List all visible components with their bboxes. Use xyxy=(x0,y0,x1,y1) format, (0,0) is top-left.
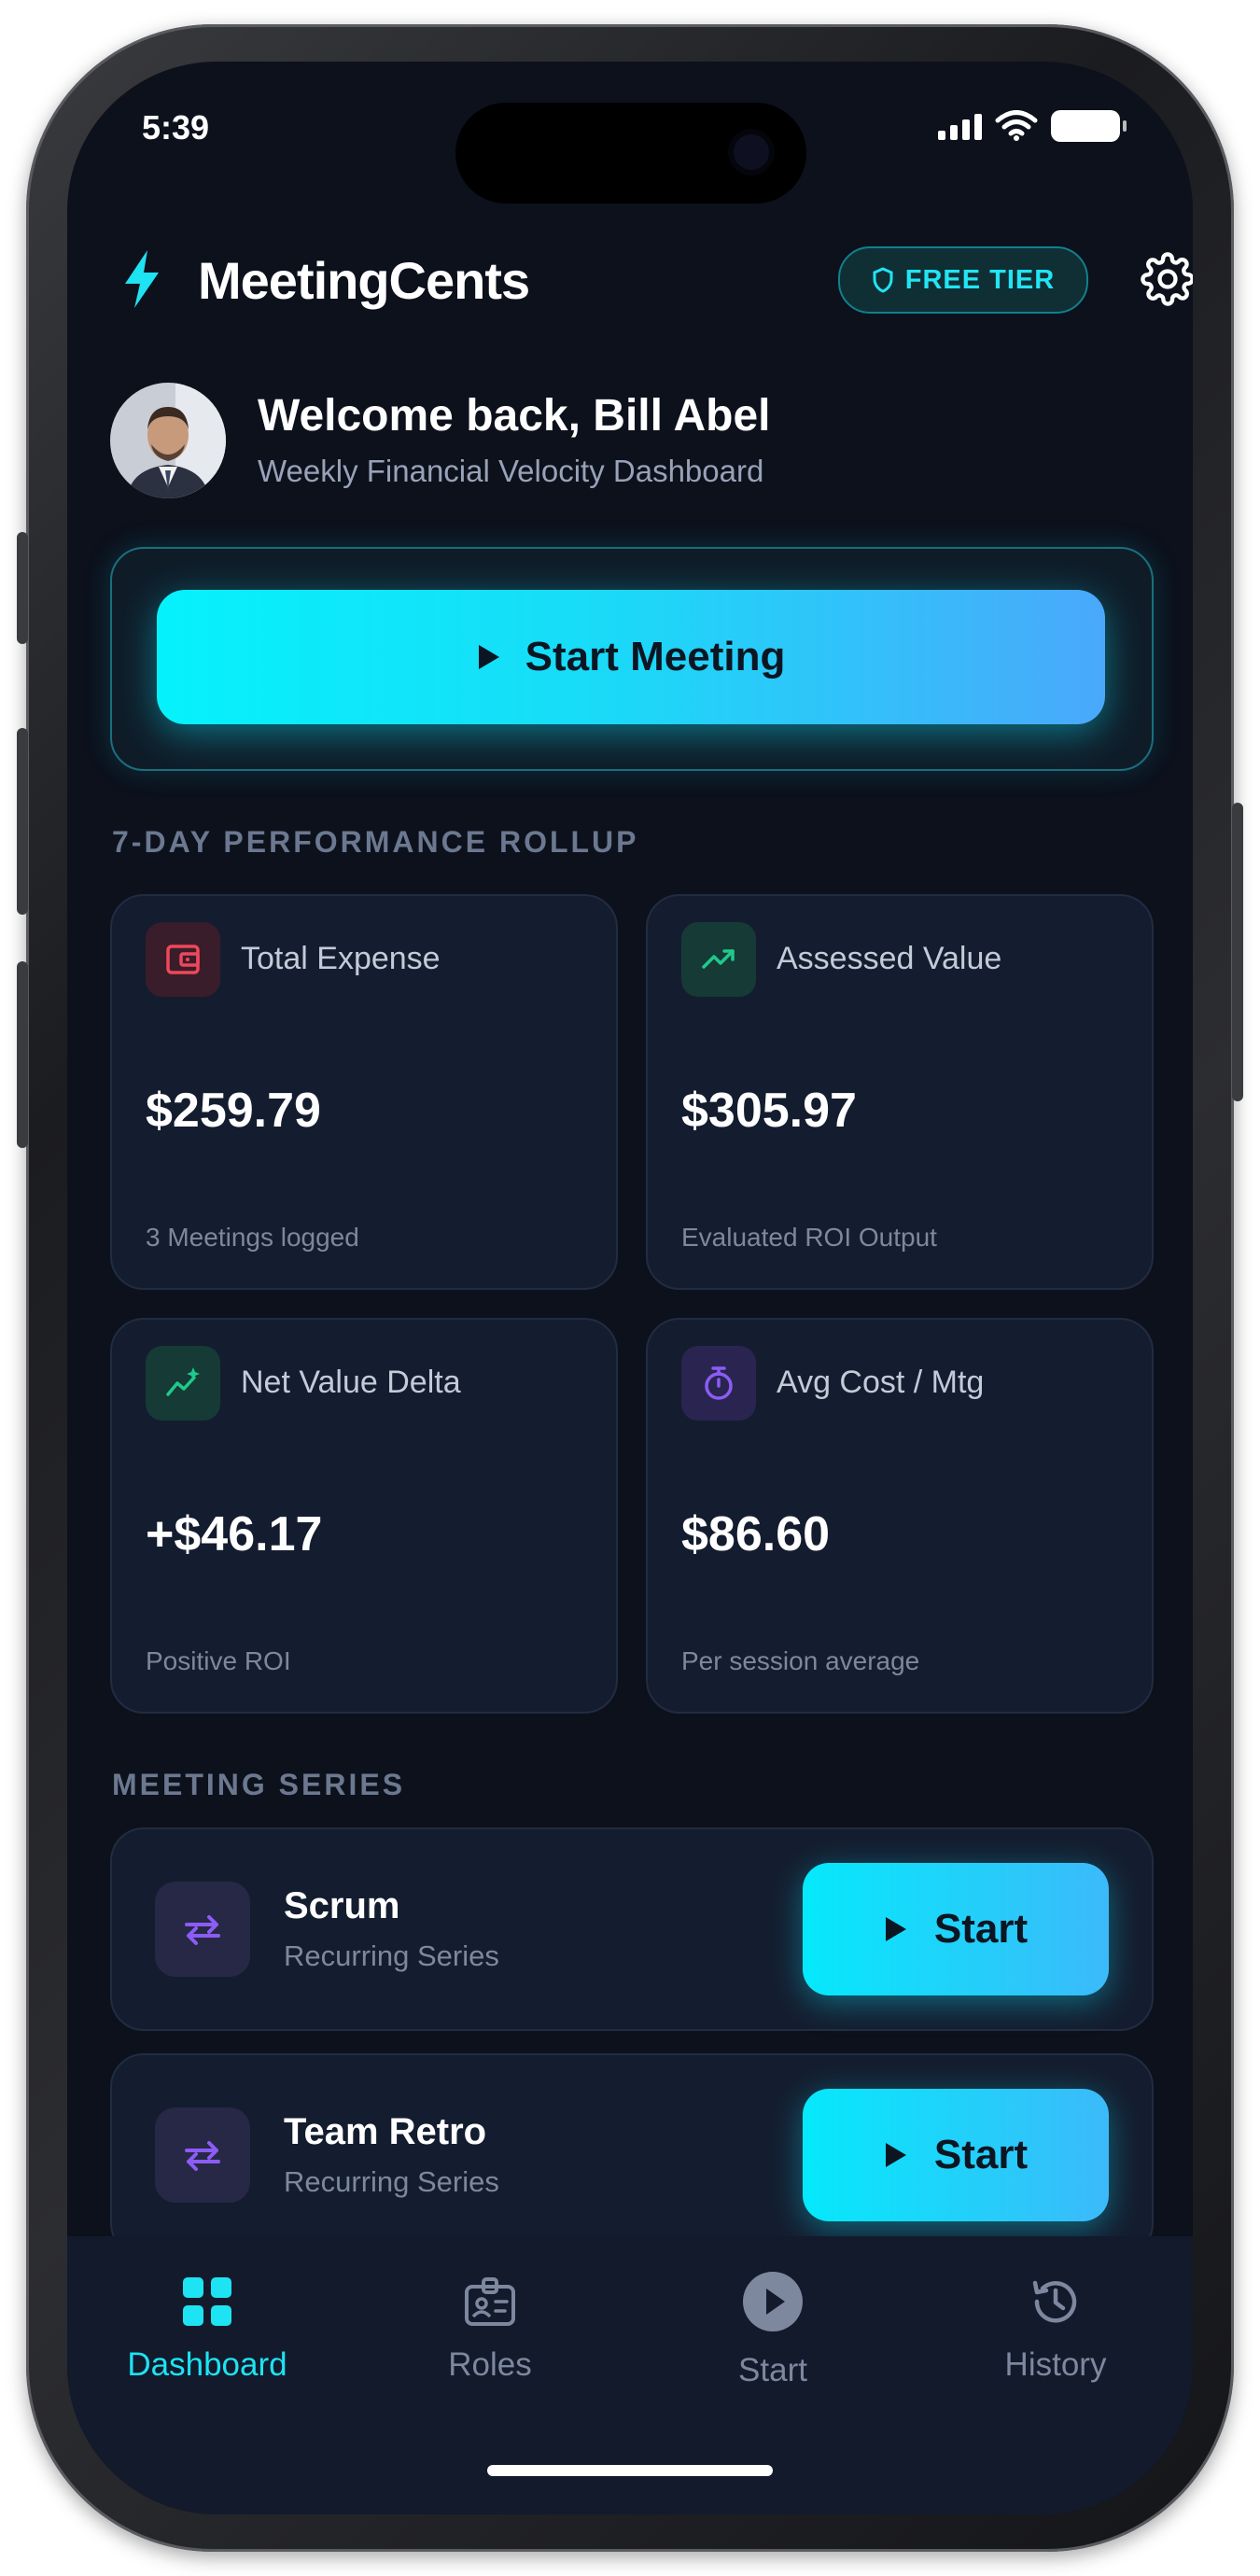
nav-label: History xyxy=(1004,2346,1107,2383)
stat-value: +$46.17 xyxy=(146,1507,323,1561)
play-icon xyxy=(478,645,499,669)
repeat-icon xyxy=(155,1882,250,1977)
stat-foot: Per session average xyxy=(681,1646,920,1675)
stat-card-net-value-delta[interactable]: Net Value Delta +$46.17 Positive ROI xyxy=(110,1318,618,1714)
bolt-icon xyxy=(125,250,159,308)
action-button xyxy=(17,532,28,644)
nav-item-roles[interactable]: Roles xyxy=(369,2264,611,2384)
series-name: Scrum xyxy=(284,1885,400,1926)
start-button-label: Start xyxy=(933,2132,1029,2177)
series-card-team-retro[interactable]: Team Retro Recurring Series Start xyxy=(110,2053,1154,2257)
series-subtitle: Recurring Series xyxy=(284,2165,499,2198)
settings-gear-icon[interactable] xyxy=(1141,252,1193,306)
dynamic-island xyxy=(455,103,806,203)
welcome-title: Welcome back, Bill Abel xyxy=(258,391,771,441)
stat-card-assessed-value[interactable]: Assessed Value $305.97 Evaluated ROI Out… xyxy=(646,894,1154,1290)
volume-up-button xyxy=(17,728,28,915)
stat-card-avg-cost[interactable]: Avg Cost / Mtg $86.60 Per session averag… xyxy=(646,1318,1154,1714)
start-scrum-button[interactable]: Start xyxy=(803,1863,1109,1995)
status-time: 5:39 xyxy=(142,108,210,147)
stat-value: $86.60 xyxy=(681,1507,831,1561)
start-team-retro-button[interactable]: Start xyxy=(803,2089,1109,2221)
welcome-subtitle: Weekly Financial Velocity Dashboard xyxy=(258,454,764,488)
trending-up-icon xyxy=(681,922,756,997)
home-indicator[interactable] xyxy=(487,2465,773,2476)
battery-icon xyxy=(1051,110,1127,142)
id-badge-icon xyxy=(369,2264,611,2339)
camera-icon xyxy=(734,134,769,170)
series-card-scrum[interactable]: Scrum Recurring Series Start xyxy=(110,1827,1154,2031)
stat-label: Assessed Value xyxy=(777,941,1002,976)
app-header: MeetingCents FREE TIER xyxy=(119,230,1193,332)
stat-foot: Positive ROI xyxy=(146,1646,291,1675)
series-section-label: MEETING SERIES xyxy=(112,1768,406,1801)
stat-label: Total Expense xyxy=(241,941,441,976)
stat-value: $305.97 xyxy=(681,1084,857,1138)
free-tier-badge[interactable]: FREE TIER xyxy=(838,246,1088,314)
start-meeting-label: Start Meeting xyxy=(525,634,786,679)
stat-label: Avg Cost / Mtg xyxy=(777,1365,985,1400)
start-meeting-card: Start Meeting xyxy=(110,547,1154,771)
start-meeting-button[interactable]: Start Meeting xyxy=(157,590,1105,724)
series-name: Team Retro xyxy=(284,2111,487,2152)
grid-icon xyxy=(86,2264,329,2339)
signal-icon xyxy=(938,112,982,140)
history-icon xyxy=(934,2264,1177,2339)
nav-label: Start xyxy=(738,2352,807,2388)
shield-icon xyxy=(873,267,893,293)
play-circle-icon xyxy=(651,2264,894,2339)
wallet-icon xyxy=(146,922,220,997)
app-screen: 5:39 MeetingCents FREE TIER Welcome back… xyxy=(67,62,1193,2514)
power-button xyxy=(1232,803,1243,1101)
stat-foot: Evaluated ROI Output xyxy=(681,1223,937,1252)
rollup-section-label: 7-DAY PERFORMANCE ROLLUP xyxy=(112,825,639,859)
app-title: MeetingCents xyxy=(198,251,530,310)
play-icon xyxy=(885,2143,906,2167)
stat-card-total-expense[interactable]: Total Expense $259.79 3 Meetings logged xyxy=(110,894,618,1290)
volume-down-button xyxy=(17,961,28,1148)
series-subtitle: Recurring Series xyxy=(284,1939,499,1972)
stat-value: $259.79 xyxy=(146,1084,321,1138)
user-avatar[interactable] xyxy=(110,383,226,498)
play-icon xyxy=(885,1917,906,1941)
start-button-label: Start xyxy=(933,1906,1029,1952)
tier-badge-label: FREE TIER xyxy=(904,264,1056,295)
sparkle-chart-icon xyxy=(146,1346,220,1421)
stat-foot: 3 Meetings logged xyxy=(146,1223,359,1252)
nav-item-start[interactable]: Start xyxy=(651,2264,894,2389)
nav-label: Dashboard xyxy=(127,2346,287,2383)
stopwatch-icon xyxy=(681,1346,756,1421)
repeat-icon xyxy=(155,2107,250,2203)
nav-item-history[interactable]: History xyxy=(934,2264,1177,2384)
wifi-icon xyxy=(995,110,1038,141)
profile-photo xyxy=(110,383,226,498)
stat-label: Net Value Delta xyxy=(241,1365,461,1400)
status-icons xyxy=(938,110,1127,142)
nav-label: Roles xyxy=(448,2346,532,2383)
nav-item-dashboard[interactable]: Dashboard xyxy=(86,2264,329,2384)
